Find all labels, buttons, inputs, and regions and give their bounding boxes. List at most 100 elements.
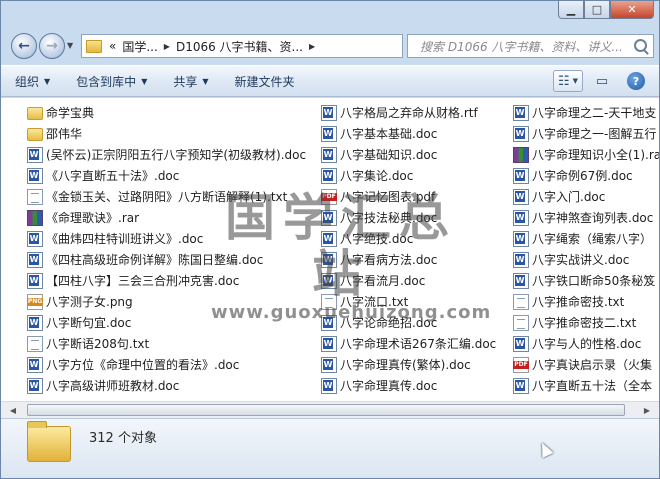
file-item[interactable]: 八字高级讲师班教材.doc [27, 375, 307, 396]
details-pane: 312 个对象 [1, 418, 659, 478]
pdf-file-icon [321, 188, 337, 205]
file-item[interactable]: 【四柱八字】三会三合刑冲克害.doc [27, 270, 307, 291]
file-name: 《命理歌诀》.rar [46, 211, 140, 225]
file-item[interactable]: 《命理歌诀》.rar [27, 207, 307, 228]
file-item[interactable]: 八字断语208句.txt [27, 333, 307, 354]
change-view-button[interactable]: ☷ ▼ [553, 70, 583, 92]
scroll-thumb[interactable] [27, 404, 625, 416]
file-item[interactable]: 八字推命密技二.txt [513, 312, 659, 333]
scroll-right-icon[interactable]: ▶ [639, 403, 655, 417]
rar-file-icon [27, 209, 43, 226]
close-icon: ✕ [627, 3, 637, 16]
maximize-button[interactable]: □ [584, 1, 610, 19]
file-name: 八字命理真传.doc [340, 379, 438, 393]
file-item[interactable]: 八字命理知识小全(1).ra [513, 144, 659, 165]
file-item[interactable]: 八字格局之弃命从财格.rtf [321, 102, 507, 123]
doc-file-icon [513, 104, 529, 121]
file-name: 八字命例67例.doc [532, 169, 633, 183]
forward-button[interactable]: → [39, 33, 65, 59]
file-item[interactable]: 八字方位《命理中位置的看法》.doc [27, 354, 307, 375]
file-item[interactable]: 八字实战讲义.doc [513, 249, 659, 270]
scroll-left-icon[interactable]: ◀ [5, 403, 21, 417]
file-name: 八字推命密技二.txt [532, 316, 637, 330]
back-button[interactable]: ← [11, 33, 37, 59]
file-item[interactable]: 八字命理术语267条汇编.doc [321, 333, 507, 354]
file-item[interactable]: 八字铁口断命50条秘笈 [513, 270, 659, 291]
doc-file-icon [321, 356, 337, 373]
share-menu[interactable]: 共享 ▼ [173, 73, 208, 90]
breadcrumb-overflow[interactable]: « [106, 39, 119, 53]
file-item[interactable]: 八字集论.doc [321, 165, 507, 186]
file-item[interactable]: 邵伟华 [27, 123, 307, 144]
file-item[interactable]: 八字论命绝招.doc [321, 312, 507, 333]
file-item[interactable]: 八字入门.doc [513, 186, 659, 207]
file-item[interactable]: 《八字直断五十法》.doc [27, 165, 307, 186]
file-item[interactable]: 八字推命密技.txt [513, 291, 659, 312]
doc-file-icon [513, 209, 529, 226]
file-name: 八字测子女.png [46, 295, 133, 309]
file-item[interactable]: 八字命例67例.doc [513, 165, 659, 186]
file-name: 《曲炜四柱特训班讲义》.doc [46, 232, 204, 246]
search-box[interactable]: 搜索 D1066 八字书籍、资料、讲义... [407, 34, 654, 58]
include-in-library-menu[interactable]: 包含到库中 ▼ [76, 73, 147, 90]
horizontal-scrollbar[interactable]: ◀ ▶ [1, 401, 659, 418]
file-item[interactable]: 《曲炜四柱特训班讲义》.doc [27, 228, 307, 249]
close-button[interactable]: ✕ [610, 1, 654, 19]
file-item[interactable]: 八字基础知识.doc [321, 144, 507, 165]
file-item[interactable]: 八字命理真传.doc [321, 375, 507, 396]
breadcrumb-chevron-icon[interactable]: ▶ [161, 42, 173, 51]
address-bar[interactable]: « 国学... ▶ D1066 八字书籍、资... ▶ ▼ ⟳ [81, 34, 478, 58]
file-name: 邵伟华 [46, 127, 83, 141]
file-item[interactable]: 八字直断五十法（全本 [513, 375, 659, 396]
doc-file-icon [321, 146, 337, 163]
file-name: 八字基础知识.doc [340, 148, 438, 162]
doc-file-icon [27, 314, 43, 331]
file-name: 八字推命密技.txt [532, 295, 625, 309]
chevron-down-icon: ▼ [572, 77, 579, 85]
doc-file-icon [27, 272, 43, 289]
breadcrumb-chevron-icon[interactable]: ▶ [306, 42, 318, 51]
file-item[interactable]: 八字断句宜.doc [27, 312, 307, 333]
file-item[interactable]: 八字看病方法.doc [321, 249, 507, 270]
search-icon[interactable] [634, 39, 647, 52]
file-item[interactable]: 八字流口.txt [321, 291, 507, 312]
file-item[interactable]: 八字真诀启示录（火集 [513, 354, 659, 375]
file-name: 八字绝技.doc [340, 232, 414, 246]
file-name: 八字命理术语267条汇编.doc [340, 337, 497, 351]
file-item[interactable]: 八字技法秘典.doc [321, 207, 507, 228]
breadcrumb-item[interactable]: D1066 八字书籍、资... [173, 38, 306, 55]
file-item[interactable]: 八字绝技.doc [321, 228, 507, 249]
breadcrumb-item[interactable]: 国学... [119, 38, 160, 55]
file-name: 八字入门.doc [532, 190, 606, 204]
file-item[interactable]: 八字与人的性格.doc [513, 333, 659, 354]
help-button[interactable]: ? [621, 70, 651, 92]
file-item[interactable]: (吴怀云)正宗阴阳五行八字预知学(初级教材).doc [27, 144, 307, 165]
file-item[interactable]: 八字绳索（绳索八字） [513, 228, 659, 249]
file-item[interactable]: 八字命理之一-图解五行 [513, 123, 659, 144]
doc-file-icon [27, 230, 43, 247]
chevron-down-icon: ▼ [202, 76, 209, 86]
file-item[interactable]: 八字命理真传(繁体).doc [321, 354, 507, 375]
minimize-button[interactable]: ▁ [558, 1, 584, 19]
file-name: 八字看病方法.doc [340, 253, 438, 267]
recent-pages-dropdown[interactable]: ▼ [67, 41, 73, 50]
preview-pane-button[interactable]: ▭ [587, 70, 617, 92]
navigation-bar: ← → ▼ « 国学... ▶ D1066 八字书籍、资... ▶ ▼ ⟳ 搜索… [1, 31, 659, 61]
new-folder-button[interactable]: 新建文件夹 [235, 73, 295, 90]
organize-menu[interactable]: 组织 ▼ [15, 73, 50, 90]
file-name: 《金锁玉关、过路阴阳》八方断语解释(1).txt [46, 190, 288, 204]
file-item[interactable]: 《金锁玉关、过路阴阳》八方断语解释(1).txt [27, 186, 307, 207]
file-item[interactable]: 八字记忆图表.pdf [321, 186, 507, 207]
file-name: 八字命理之二-天干地支 [532, 106, 657, 120]
file-item[interactable]: 命学宝典 [27, 102, 307, 123]
file-item[interactable]: 八字神煞查询列表.doc [513, 207, 659, 228]
file-name: 八字铁口断命50条秘笈 [532, 274, 656, 288]
file-item[interactable]: 八字基本基础.doc [321, 123, 507, 144]
file-item[interactable]: 八字看流月.doc [321, 270, 507, 291]
file-item[interactable]: 《四柱高级班命例详解》陈国日整编.doc [27, 249, 307, 270]
file-name: 《八字直断五十法》.doc [46, 169, 180, 183]
file-name: 八字基本基础.doc [340, 127, 438, 141]
file-item[interactable]: 八字命理之二-天干地支 [513, 102, 659, 123]
doc-file-icon [513, 335, 529, 352]
file-item[interactable]: 八字测子女.png [27, 291, 307, 312]
